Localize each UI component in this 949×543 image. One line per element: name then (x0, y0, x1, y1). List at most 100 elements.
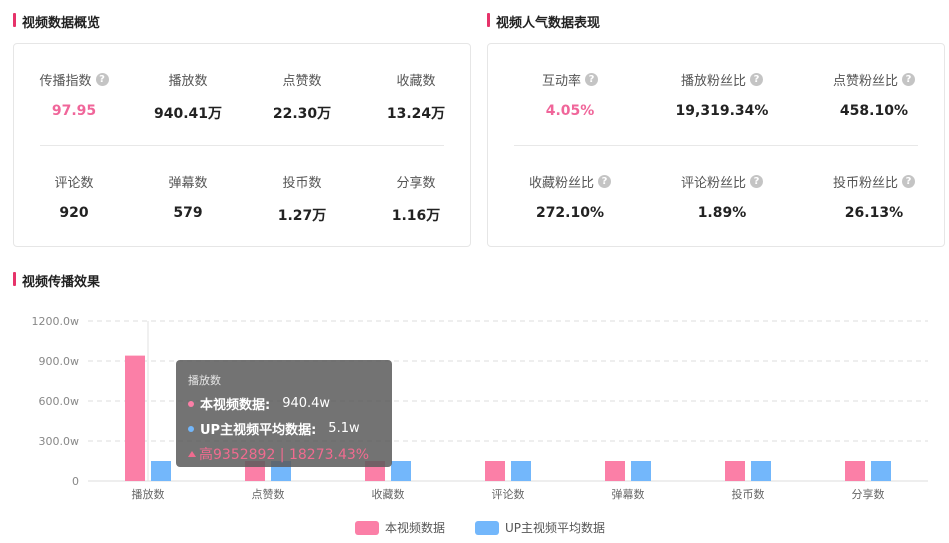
y-tick-label: 900.0w (39, 355, 80, 368)
metric-label: 传播指数? (39, 70, 109, 89)
help-icon[interactable]: ? (749, 73, 763, 86)
bar-avg (751, 461, 771, 481)
metric-value: 940.41万 (153, 106, 223, 122)
x-tick-label: 投币数 (732, 487, 765, 501)
help-icon[interactable]: ? (598, 175, 611, 188)
metric-label: 收藏粉丝比? (529, 172, 611, 191)
x-tick-label: 播放数 (132, 487, 165, 501)
bar-video (485, 461, 505, 481)
metric-cell: 评论粉丝比? 1.89% (640, 172, 792, 221)
bar-avg (391, 461, 411, 481)
legend-item-series1[interactable]: 本视频数据 (355, 519, 445, 536)
metric-cell: 分享数 1.16万 (356, 172, 470, 225)
metric-cell: 投币数 1.27万 (242, 172, 356, 225)
overview-row-2: 评论数 920 弹幕数 579 投币数 1.27万 分享数 1.16万 (14, 172, 470, 225)
legend-label: UP主视频平均数据 (505, 521, 606, 535)
metric-label-text: 评论数 (54, 176, 94, 191)
metric-label: 播放粉丝比? (681, 70, 763, 89)
metric-value: 920 (59, 205, 89, 221)
spread-bar-chart: 0300.0w600.0w900.0w1200.0w播放数 点赞数 收藏数 评论数 弹幕… (32, 315, 928, 501)
y-tick-label: 600.0w (39, 395, 80, 408)
metric-label-text: 播放数 (168, 74, 208, 89)
bar-avg (631, 461, 651, 481)
metric-label: 评论粉丝比? (681, 172, 763, 191)
tooltip-key: UP主视频平均数据: (200, 423, 317, 438)
metric-label-text: 投币数 (282, 176, 322, 191)
popularity-divider (514, 145, 918, 146)
chart-tooltip: 播放数 本视频数据: 940.4w UP主视频平均数据: 5.1w 高93528… (176, 360, 392, 467)
metric-label: 收藏数 (396, 70, 435, 89)
bar-avg (511, 461, 531, 481)
tooltip-value: 940.4w (282, 396, 331, 411)
popularity-title: 视频人气数据表现 (487, 12, 600, 31)
metric-value: 22.30万 (272, 106, 332, 122)
metric-label-text: 评论粉丝比 (680, 176, 746, 191)
metric-label: 播放数 (168, 70, 207, 89)
metric-label: 弹幕数 (168, 172, 207, 191)
metric-value: 1.89% (697, 205, 747, 221)
metric-cell: 播放数 940.41万 (128, 70, 242, 123)
popularity-row-2: 收藏粉丝比? 272.10% 评论粉丝比? 1.89% 投币粉丝比? 26.13% (488, 172, 944, 221)
tooltip-row-video: 本视频数据: 940.4w (188, 394, 380, 413)
help-icon[interactable]: ? (95, 73, 109, 86)
metric-label: 评论数 (54, 172, 93, 191)
bar-avg (151, 461, 171, 481)
metric-cell: 播放粉丝比? 19,319.34% (640, 70, 792, 119)
tooltip-diff: 高9352892 | 18273.43% (188, 444, 380, 464)
popularity-card: 互动率? 4.05% 播放粉丝比? 19,319.34% 点赞粉丝比? 458.10% 收… (487, 43, 945, 247)
legend-swatch (355, 520, 379, 535)
legend-label: 本视频数据 (385, 521, 446, 535)
legend-item-series2[interactable]: UP主视频平均数据 (475, 519, 605, 536)
y-tick-label: 1200.0w (32, 315, 80, 328)
metric-cell: 点赞粉丝比? 458.10% (792, 70, 944, 119)
metric-label-text: 弹幕数 (168, 176, 208, 191)
metric-label-text: 互动率 (541, 74, 581, 89)
help-icon[interactable]: ? (901, 175, 915, 188)
tooltip-diff-text: 高9352892 | 18273.43% (199, 447, 370, 463)
help-icon[interactable]: ? (901, 73, 915, 86)
bar-avg (871, 461, 891, 481)
tooltip-key: 本视频数据: (200, 398, 271, 413)
metric-label-text: 收藏数 (396, 74, 436, 89)
metric-cell: 投币粉丝比? 26.13% (792, 172, 944, 221)
help-icon[interactable]: ? (585, 73, 598, 86)
series2-dot-icon (188, 425, 194, 432)
metric-label: 投币粉丝比? (833, 172, 915, 191)
metric-cell: 传播指数? 97.95 (14, 70, 128, 123)
overview-title: 视频数据概览 (13, 12, 100, 31)
metric-label: 互动率? (542, 70, 598, 89)
chart-legend[interactable]: 本视频数据 UP主视频平均数据 (355, 519, 605, 536)
legend-swatch (475, 520, 500, 535)
metric-value: 26.13% (844, 205, 904, 221)
metric-value: 579 (173, 205, 203, 221)
y-tick-label: 300.0w (39, 435, 80, 448)
overview-divider (40, 145, 444, 146)
bar-video (725, 461, 745, 481)
tooltip-title: 播放数 (188, 374, 221, 387)
metric-cell: 评论数 920 (14, 172, 128, 225)
overview-card: 传播指数? 97.95 播放数 940.41万 点赞数 22.30万 收藏数 13.24万 评… (13, 43, 471, 247)
metric-value: 4.05% (545, 103, 595, 119)
metric-label-text: 分享数 (396, 176, 436, 191)
metric-label-text: 传播指数 (39, 74, 92, 89)
metric-value: 19,319.34% (675, 103, 769, 119)
metric-label-text: 播放粉丝比 (680, 74, 746, 89)
overview-row-1: 传播指数? 97.95 播放数 940.41万 点赞数 22.30万 收藏数 13.24万 (14, 70, 470, 123)
bar-video (125, 355, 145, 481)
x-tick-label: 弹幕数 (612, 487, 645, 501)
metric-label: 投币数 (282, 172, 321, 191)
metric-label-text: 点赞数 (282, 74, 322, 89)
x-tick-label: 分享数 (852, 487, 885, 501)
x-tick-label: 评论数 (492, 487, 525, 501)
tooltip-row-avg: UP主视频平均数据: 5.1w (188, 419, 380, 438)
metric-label-text: 投币粉丝比 (832, 176, 898, 191)
series1-dot-icon (188, 400, 194, 407)
x-tick-label: 收藏数 (372, 487, 405, 501)
metric-value: 13.24万 (386, 106, 446, 122)
metric-label: 点赞数 (282, 70, 321, 89)
up-arrow-icon (188, 451, 196, 457)
metric-value: 97.95 (51, 103, 97, 119)
metric-value: 458.10% (839, 103, 908, 119)
help-icon[interactable]: ? (749, 175, 763, 188)
metric-value: 1.27万 (277, 208, 327, 224)
